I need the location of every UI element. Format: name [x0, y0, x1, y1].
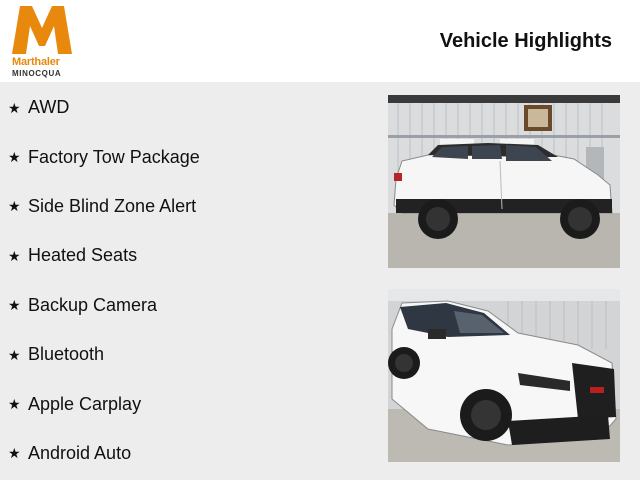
list-item: ★ Heated Seats: [8, 231, 378, 280]
feature-label: Side Blind Zone Alert: [28, 195, 197, 216]
star-icon: ★: [8, 445, 21, 462]
dealer-logo[interactable]: Marthaler MINOCQUA: [12, 6, 74, 78]
list-item: ★ AWD: [8, 83, 378, 132]
feature-list: ★ AWD ★ Factory Tow Package ★ Side Blind Zo…: [8, 83, 378, 478]
dealer-name: Marthaler: [12, 56, 60, 68]
vehicle-photo-front[interactable]: [388, 289, 620, 462]
star-icon: ★: [8, 346, 21, 363]
dealer-location: MINOCQUA: [12, 69, 62, 78]
feature-label: Factory Tow Package: [28, 146, 200, 167]
vehicle-front-image: [388, 289, 620, 462]
feature-label: Bluetooth: [28, 344, 105, 365]
star-icon: ★: [8, 297, 21, 314]
feature-label: AWD: [28, 97, 70, 118]
star-icon: ★: [8, 247, 21, 264]
list-item: ★ Android Auto: [8, 429, 378, 478]
logo-m-icon: [12, 6, 72, 54]
list-item: ★ Bluetooth: [8, 330, 378, 379]
list-item: ★ Side Blind Zone Alert: [8, 182, 378, 231]
vehicle-side-image: [388, 95, 620, 268]
list-item: ★ Backup Camera: [8, 281, 378, 330]
page-title: Vehicle Highlights: [439, 30, 612, 52]
star-icon: ★: [8, 149, 21, 166]
header: Marthaler MINOCQUA Vehicle Highlights: [0, 0, 640, 82]
list-item: ★ Apple Carplay: [8, 379, 378, 428]
star-icon: ★: [8, 99, 21, 116]
star-icon: ★: [8, 396, 21, 413]
list-item: ★ Factory Tow Package: [8, 132, 378, 181]
feature-label: Heated Seats: [28, 245, 138, 266]
star-icon: ★: [8, 198, 21, 215]
feature-label: Backup Camera: [28, 294, 158, 315]
vehicle-photo-side[interactable]: [388, 95, 620, 268]
feature-label: Apple Carplay: [28, 393, 142, 414]
feature-label: Android Auto: [28, 442, 132, 463]
